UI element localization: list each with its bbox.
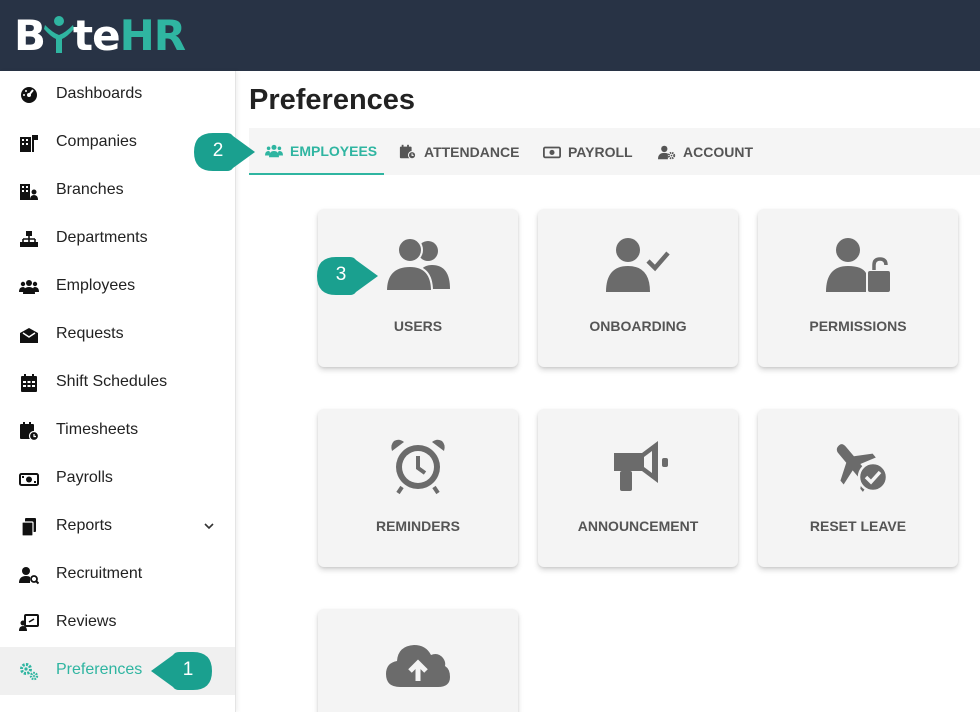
sidebar-item-label: Timesheets (56, 421, 139, 438)
sidebar-item-payrolls[interactable]: Payrolls (0, 455, 235, 503)
card-label: PERMISSIONS (809, 318, 907, 334)
card-announcement[interactable]: ANNOUNCEMENT (538, 409, 738, 567)
sidebar-item-label: Branches (56, 181, 124, 198)
sidebar-item-label: Reports (56, 517, 113, 534)
user-check-icon (606, 238, 670, 292)
alarm-clock-icon (391, 439, 445, 495)
sidebar-item-requests[interactable]: Requests (0, 311, 235, 359)
logo-person-icon (44, 16, 75, 53)
sidebar-item-label: Employees (56, 277, 136, 294)
sidebar-item-reports[interactable]: Reports (0, 503, 235, 551)
card-label: RESET LEAVE (809, 518, 907, 534)
chevron-down-icon[interactable] (203, 520, 215, 532)
sidebar-item-departments[interactable]: Departments (0, 215, 235, 263)
cloud-upload-icon (386, 645, 450, 687)
sidebar-item-dashboards[interactable]: Dashboards (0, 71, 235, 119)
preferences-tabs: EMPLOYEES ATTENDANCE PAYROLL ACCOUNT (249, 128, 980, 175)
sidebar-item-label: Reviews (56, 613, 117, 630)
top-header: B te HR (0, 0, 980, 71)
chalkboard-user-icon (19, 614, 39, 631)
calendar-clock-icon (399, 144, 417, 159)
plane-check-icon (836, 444, 889, 493)
callout-marker-2: 2 (193, 132, 255, 172)
sidebar-item-label: Dashboards (56, 85, 143, 102)
callout-marker-1: 1 (151, 651, 213, 691)
card-label: ONBOARDING (589, 318, 687, 334)
user-gear-icon (658, 145, 676, 159)
dashboard-gauge-icon (21, 87, 37, 103)
tab-payroll[interactable]: PAYROLL (543, 128, 633, 175)
tab-account[interactable]: ACCOUNT (658, 128, 753, 175)
tab-employees[interactable]: EMPLOYEES (249, 128, 384, 175)
sidebar-item-label: Payrolls (56, 469, 113, 486)
sidebar-item-label: Recruitment (56, 565, 143, 582)
card-label: USERS (393, 318, 443, 334)
card-reminders[interactable]: REMINDERS (318, 409, 518, 567)
sidebar-item-label: Companies (56, 133, 137, 150)
bullhorn-icon (614, 441, 668, 491)
sitemap-icon (20, 231, 38, 247)
card-label: REMINDERS (375, 518, 460, 534)
building-flag-icon (20, 135, 38, 152)
sidebar-item-label: Shift Schedules (56, 373, 168, 390)
card-label: ANNOUNCEMENT (577, 518, 699, 534)
users-icon (265, 144, 283, 157)
tab-attendance[interactable]: ATTENDANCE (399, 128, 519, 175)
card-reset-leave[interactable]: RESET LEAVE (758, 409, 958, 567)
callout-marker-3: 3 (316, 256, 378, 296)
sidebar-item-label: Requests (56, 325, 124, 342)
page-title: Preferences (249, 84, 416, 116)
calendar-icon (21, 374, 37, 392)
card-permissions[interactable]: PERMISSIONS (758, 209, 958, 367)
copy-file-icon (21, 518, 36, 537)
envelope-open-icon (20, 328, 38, 343)
sidebar-item-label: Preferences (56, 661, 143, 678)
sidebar-item-shift-schedules[interactable]: Shift Schedules (0, 359, 235, 407)
sidebar-item-timesheets[interactable]: Timesheets (0, 407, 235, 455)
card-upload[interactable] (318, 609, 518, 712)
sidebar-item-employees[interactable]: Employees (0, 263, 235, 311)
user-search-icon (19, 567, 39, 585)
card-onboarding[interactable]: ONBOARDING (538, 209, 738, 367)
users-icon (386, 237, 450, 292)
user-lock-icon (826, 238, 890, 292)
sidebar-item-recruitment[interactable]: Recruitment (0, 551, 235, 599)
calendar-clock-icon (20, 422, 39, 441)
sidebar-item-reviews[interactable]: Reviews (0, 599, 235, 647)
gears-icon (20, 663, 39, 681)
sidebar-item-branches[interactable]: Branches (0, 167, 235, 215)
sidebar-item-label: Departments (56, 229, 148, 246)
users-icon (19, 280, 39, 294)
bytehr-logo[interactable]: B te HR (14, 10, 186, 60)
money-bill-icon (19, 473, 39, 486)
money-bill-icon (543, 146, 561, 158)
building-user-icon (20, 184, 38, 200)
